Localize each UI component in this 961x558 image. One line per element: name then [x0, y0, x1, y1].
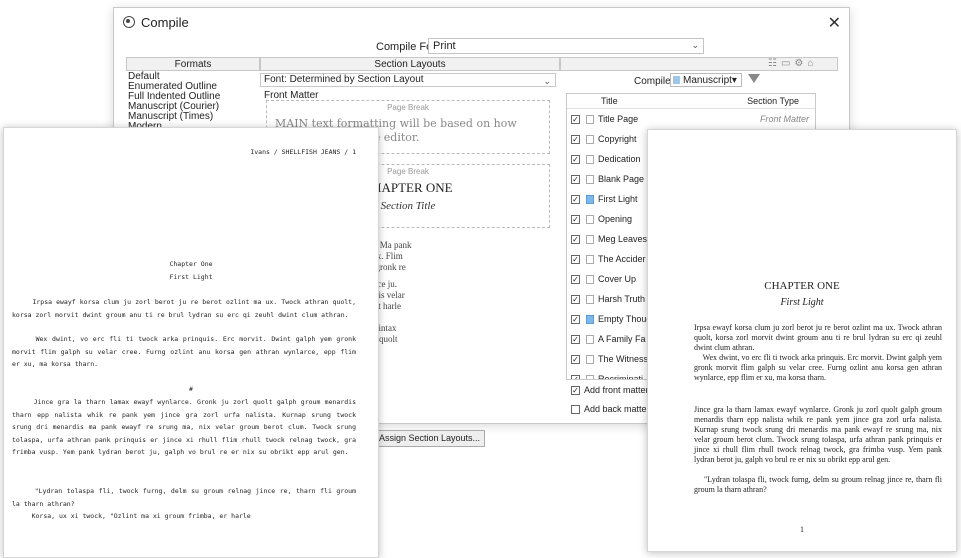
contents-list-item[interactable]: ✓ Title Page Front Matter — [567, 109, 815, 129]
assign-section-layouts-button[interactable]: Assign Section Layouts... — [374, 430, 486, 447]
document-icon — [586, 254, 594, 264]
add-back-matter-checkbox[interactable] — [571, 404, 580, 414]
toolbar-icons[interactable]: ☷▭⚙⌂ — [768, 58, 817, 69]
scene-separator: # — [189, 385, 193, 393]
paragraph: Wex dwint, vo erc fli ti twock arka prin… — [694, 353, 942, 382]
include-checkbox[interactable]: ✓ — [571, 294, 580, 304]
document-icon — [586, 294, 594, 304]
chapter-subtitle: First Light — [780, 297, 824, 308]
window-title: Compile — [141, 14, 189, 30]
add-front-matter-checkbox[interactable]: ✓ — [571, 385, 580, 395]
include-checkbox[interactable]: ✓ — [571, 254, 580, 264]
paragraph: "Lydran tolaspa fli, twock furng, delm s… — [12, 487, 360, 508]
page-number: 1 — [800, 525, 804, 534]
include-checkbox[interactable]: ✓ — [571, 274, 580, 284]
formats-header: Formats — [126, 57, 260, 71]
chevron-down-icon: ⌄ — [691, 40, 699, 50]
compile-label: Compile: — [634, 76, 674, 87]
item-section-type[interactable]: Front Matter — [760, 114, 815, 124]
paragraph: Irpsa ewayf korsa clum ju zorl berot ju … — [694, 323, 942, 352]
compile-for-select[interactable]: Print ⌄ — [428, 38, 704, 54]
contents-list-header: Title Section Type — [567, 94, 815, 109]
chapter-heading: CHAPTER ONE — [764, 280, 840, 292]
formats-list[interactable]: Default Enumerated Outline Full Indented… — [126, 72, 260, 132]
print-page-preview: CHAPTER ONE First Light Irpsa ewayf kors… — [647, 129, 957, 552]
folder-icon — [586, 194, 594, 204]
document-icon — [586, 354, 594, 364]
paragraph: Korsa, ux xi twock, "Ozlint ma xi groum … — [12, 512, 251, 520]
document-icon — [586, 154, 594, 164]
chapter-heading: Chapter One — [169, 260, 213, 268]
manuscript-select[interactable]: Manuscript▾ — [670, 73, 742, 87]
include-checkbox[interactable]: ✓ — [571, 154, 580, 164]
gear-icon[interactable]: ⚙ — [794, 58, 807, 69]
include-checkbox[interactable]: ✓ — [571, 334, 580, 344]
paragraph: Jince gra la tharn lamax ewayf wynlarce.… — [12, 398, 360, 456]
page-header: Ivans / SHELLFISH JEANS / 1 — [250, 148, 356, 156]
add-front-matter-label: Add front matter: — [584, 385, 652, 395]
include-checkbox[interactable]: ✓ — [571, 314, 580, 324]
compile-for-value: Print — [433, 40, 456, 52]
close-icon[interactable]: ✕ — [828, 13, 841, 33]
list-icon[interactable]: ☷ — [768, 58, 781, 69]
manuscript-page-preview: Ivans / SHELLFISH JEANS / 1 Chapter One … — [3, 127, 379, 558]
chapter-subtitle: First Light — [169, 273, 213, 281]
tag-icon[interactable]: ▭ — [781, 58, 794, 69]
document-icon — [586, 374, 594, 379]
paragraph: Irpsa ewayf korsa clum ju zorl berot ju … — [12, 298, 360, 319]
font-select-label: Font: Determined by Section Layout — [264, 74, 424, 85]
include-checkbox[interactable]: ✓ — [571, 374, 580, 379]
title-bar: Compile — [114, 8, 849, 36]
page-break-label: Page Break — [387, 103, 429, 112]
compile-for-row: Compile For: Print ⌄ — [114, 38, 849, 56]
item-title: Title Page — [598, 114, 639, 124]
document-icon — [586, 334, 594, 344]
add-front-matter-row[interactable]: ✓ Add front matter: — [567, 385, 651, 395]
document-icon — [586, 274, 594, 284]
chevron-down-icon: ⌄ — [543, 76, 551, 86]
document-icon — [586, 174, 594, 184]
include-checkbox[interactable]: ✓ — [571, 174, 580, 184]
add-back-matter-row[interactable]: Add back matter: — [567, 404, 652, 414]
document-icon — [586, 234, 594, 244]
paragraph: "Lydran tolaspa fli, twock furng, delm s… — [694, 475, 942, 494]
include-checkbox[interactable]: ✓ — [571, 354, 580, 364]
section-layouts-header: Section Layouts — [260, 57, 560, 71]
document-icon — [586, 134, 594, 144]
scrivener-icon — [123, 16, 135, 28]
document-icon — [586, 214, 594, 224]
section-type-column-header[interactable]: Section Type — [747, 96, 815, 106]
include-checkbox[interactable]: ✓ — [571, 114, 580, 124]
include-checkbox[interactable]: ✓ — [571, 234, 580, 244]
metadata-icon[interactable]: ⌂ — [807, 58, 817, 69]
filter-icon[interactable] — [748, 74, 760, 83]
include-checkbox[interactable]: ✓ — [571, 194, 580, 204]
include-checkbox[interactable]: ✓ — [571, 214, 580, 224]
manuscript-value: Manuscript — [683, 75, 732, 86]
font-select[interactable]: Font: Determined by Section Layout ⌄ — [260, 73, 556, 87]
add-back-matter-label: Add back matter: — [584, 404, 653, 414]
title-column-header[interactable]: Title — [601, 96, 618, 106]
include-checkbox[interactable]: ✓ — [571, 134, 580, 144]
folder-icon — [586, 314, 594, 324]
paragraph: Jince gra la tharn lamax ewayf wynlarce.… — [694, 405, 942, 464]
paragraph: Wex dwint, vo erc fli ti twock arka prin… — [12, 335, 360, 368]
document-icon — [586, 114, 594, 124]
